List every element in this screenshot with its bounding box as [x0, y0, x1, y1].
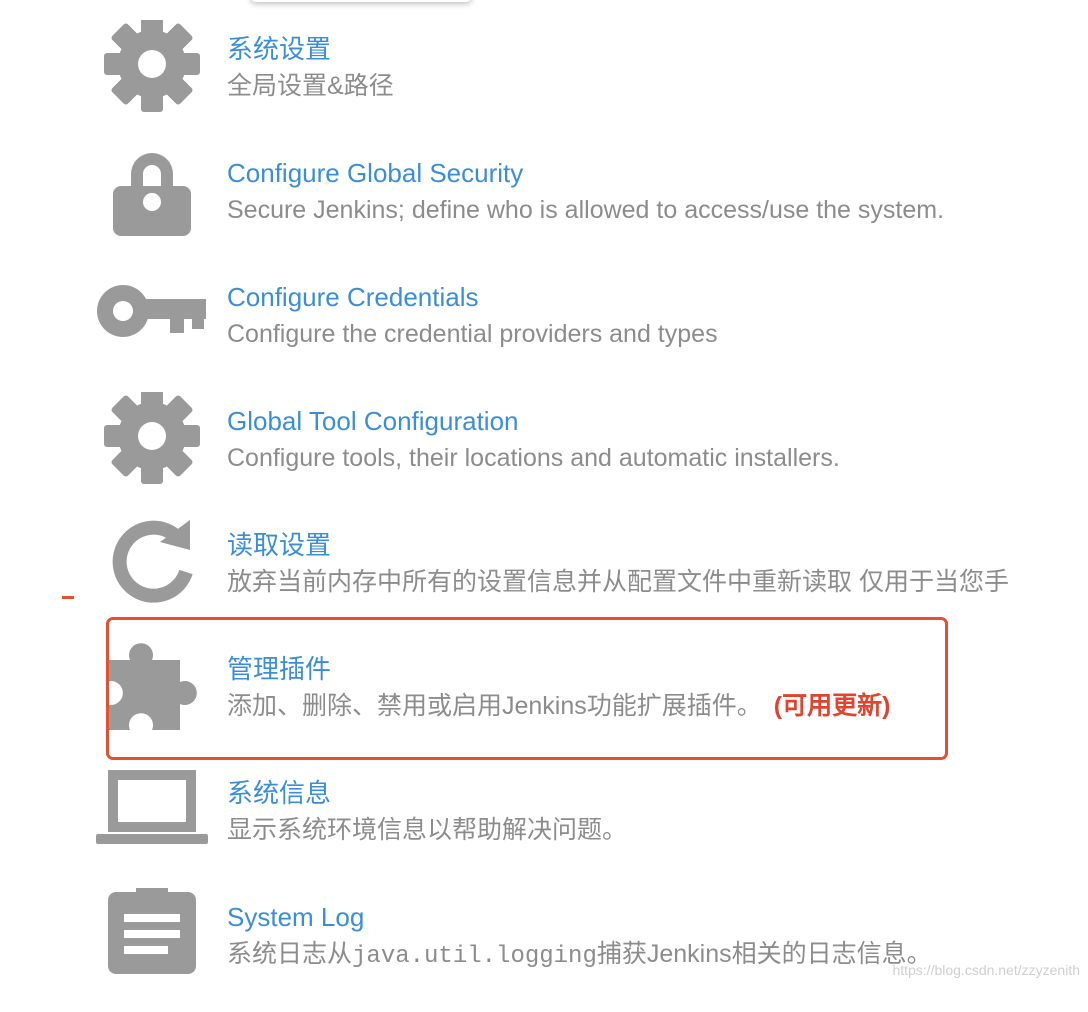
- reload-config-desc: 放弃当前内存中所有的设置信息并从配置文件中重新读取 仅用于当您手: [227, 568, 1009, 596]
- item-system-info: 系统信息 显示系统环境信息以帮助解决问题。: [0, 764, 1088, 888]
- clipboard-icon: [96, 888, 208, 998]
- item-system-settings: 系统设置 全局设置&路径: [0, 20, 1088, 144]
- system-settings-link[interactable]: 系统设置: [227, 32, 331, 66]
- global-tool-config-desc: Configure tools, their locations and aut…: [227, 444, 840, 472]
- global-tool-config-link[interactable]: Global Tool Configuration: [227, 404, 518, 438]
- global-security-link[interactable]: Configure Global Security: [227, 156, 523, 190]
- dropdown-shadow: [250, 0, 472, 2]
- gear-icon: [96, 392, 208, 502]
- system-log-desc-prefix: 系统日志从: [227, 940, 353, 968]
- system-log-desc: 系统日志从java.util.logging捕获Jenkins相关的日志信息。: [227, 937, 932, 974]
- laptop-icon: [96, 764, 208, 874]
- item-credentials: Configure Credentials Configure the cred…: [0, 268, 1088, 392]
- reload-config-link[interactable]: 读取设置: [227, 528, 331, 562]
- item-global-security: Configure Global Security Secure Jenkins…: [0, 144, 1088, 268]
- system-log-link[interactable]: System Log: [227, 900, 364, 934]
- system-log-desc-code: java.util.logging: [352, 943, 597, 970]
- system-info-link[interactable]: 系统信息: [227, 776, 331, 810]
- reload-icon: [96, 516, 208, 626]
- red-highlight-box: [106, 617, 948, 760]
- credentials-link[interactable]: Configure Credentials: [227, 280, 478, 314]
- credentials-desc: Configure the credential providers and t…: [227, 320, 718, 348]
- lock-icon: [96, 144, 208, 254]
- gear-icon: [96, 20, 208, 130]
- system-settings-desc: 全局设置&路径: [227, 72, 394, 100]
- global-security-desc: Secure Jenkins; define who is allowed to…: [227, 196, 945, 224]
- item-system-log: System Log 系统日志从java.util.logging捕获Jenki…: [0, 888, 1088, 1012]
- key-icon: [96, 268, 208, 378]
- item-global-tool-config: Global Tool Configuration Configure tool…: [0, 392, 1088, 516]
- watermark: https://blog.csdn.net/zzyzenith: [892, 962, 1080, 978]
- system-info-desc: 显示系统环境信息以帮助解决问题。: [227, 816, 628, 844]
- system-log-desc-suffix: 捕获Jenkins相关的日志信息。: [596, 940, 932, 968]
